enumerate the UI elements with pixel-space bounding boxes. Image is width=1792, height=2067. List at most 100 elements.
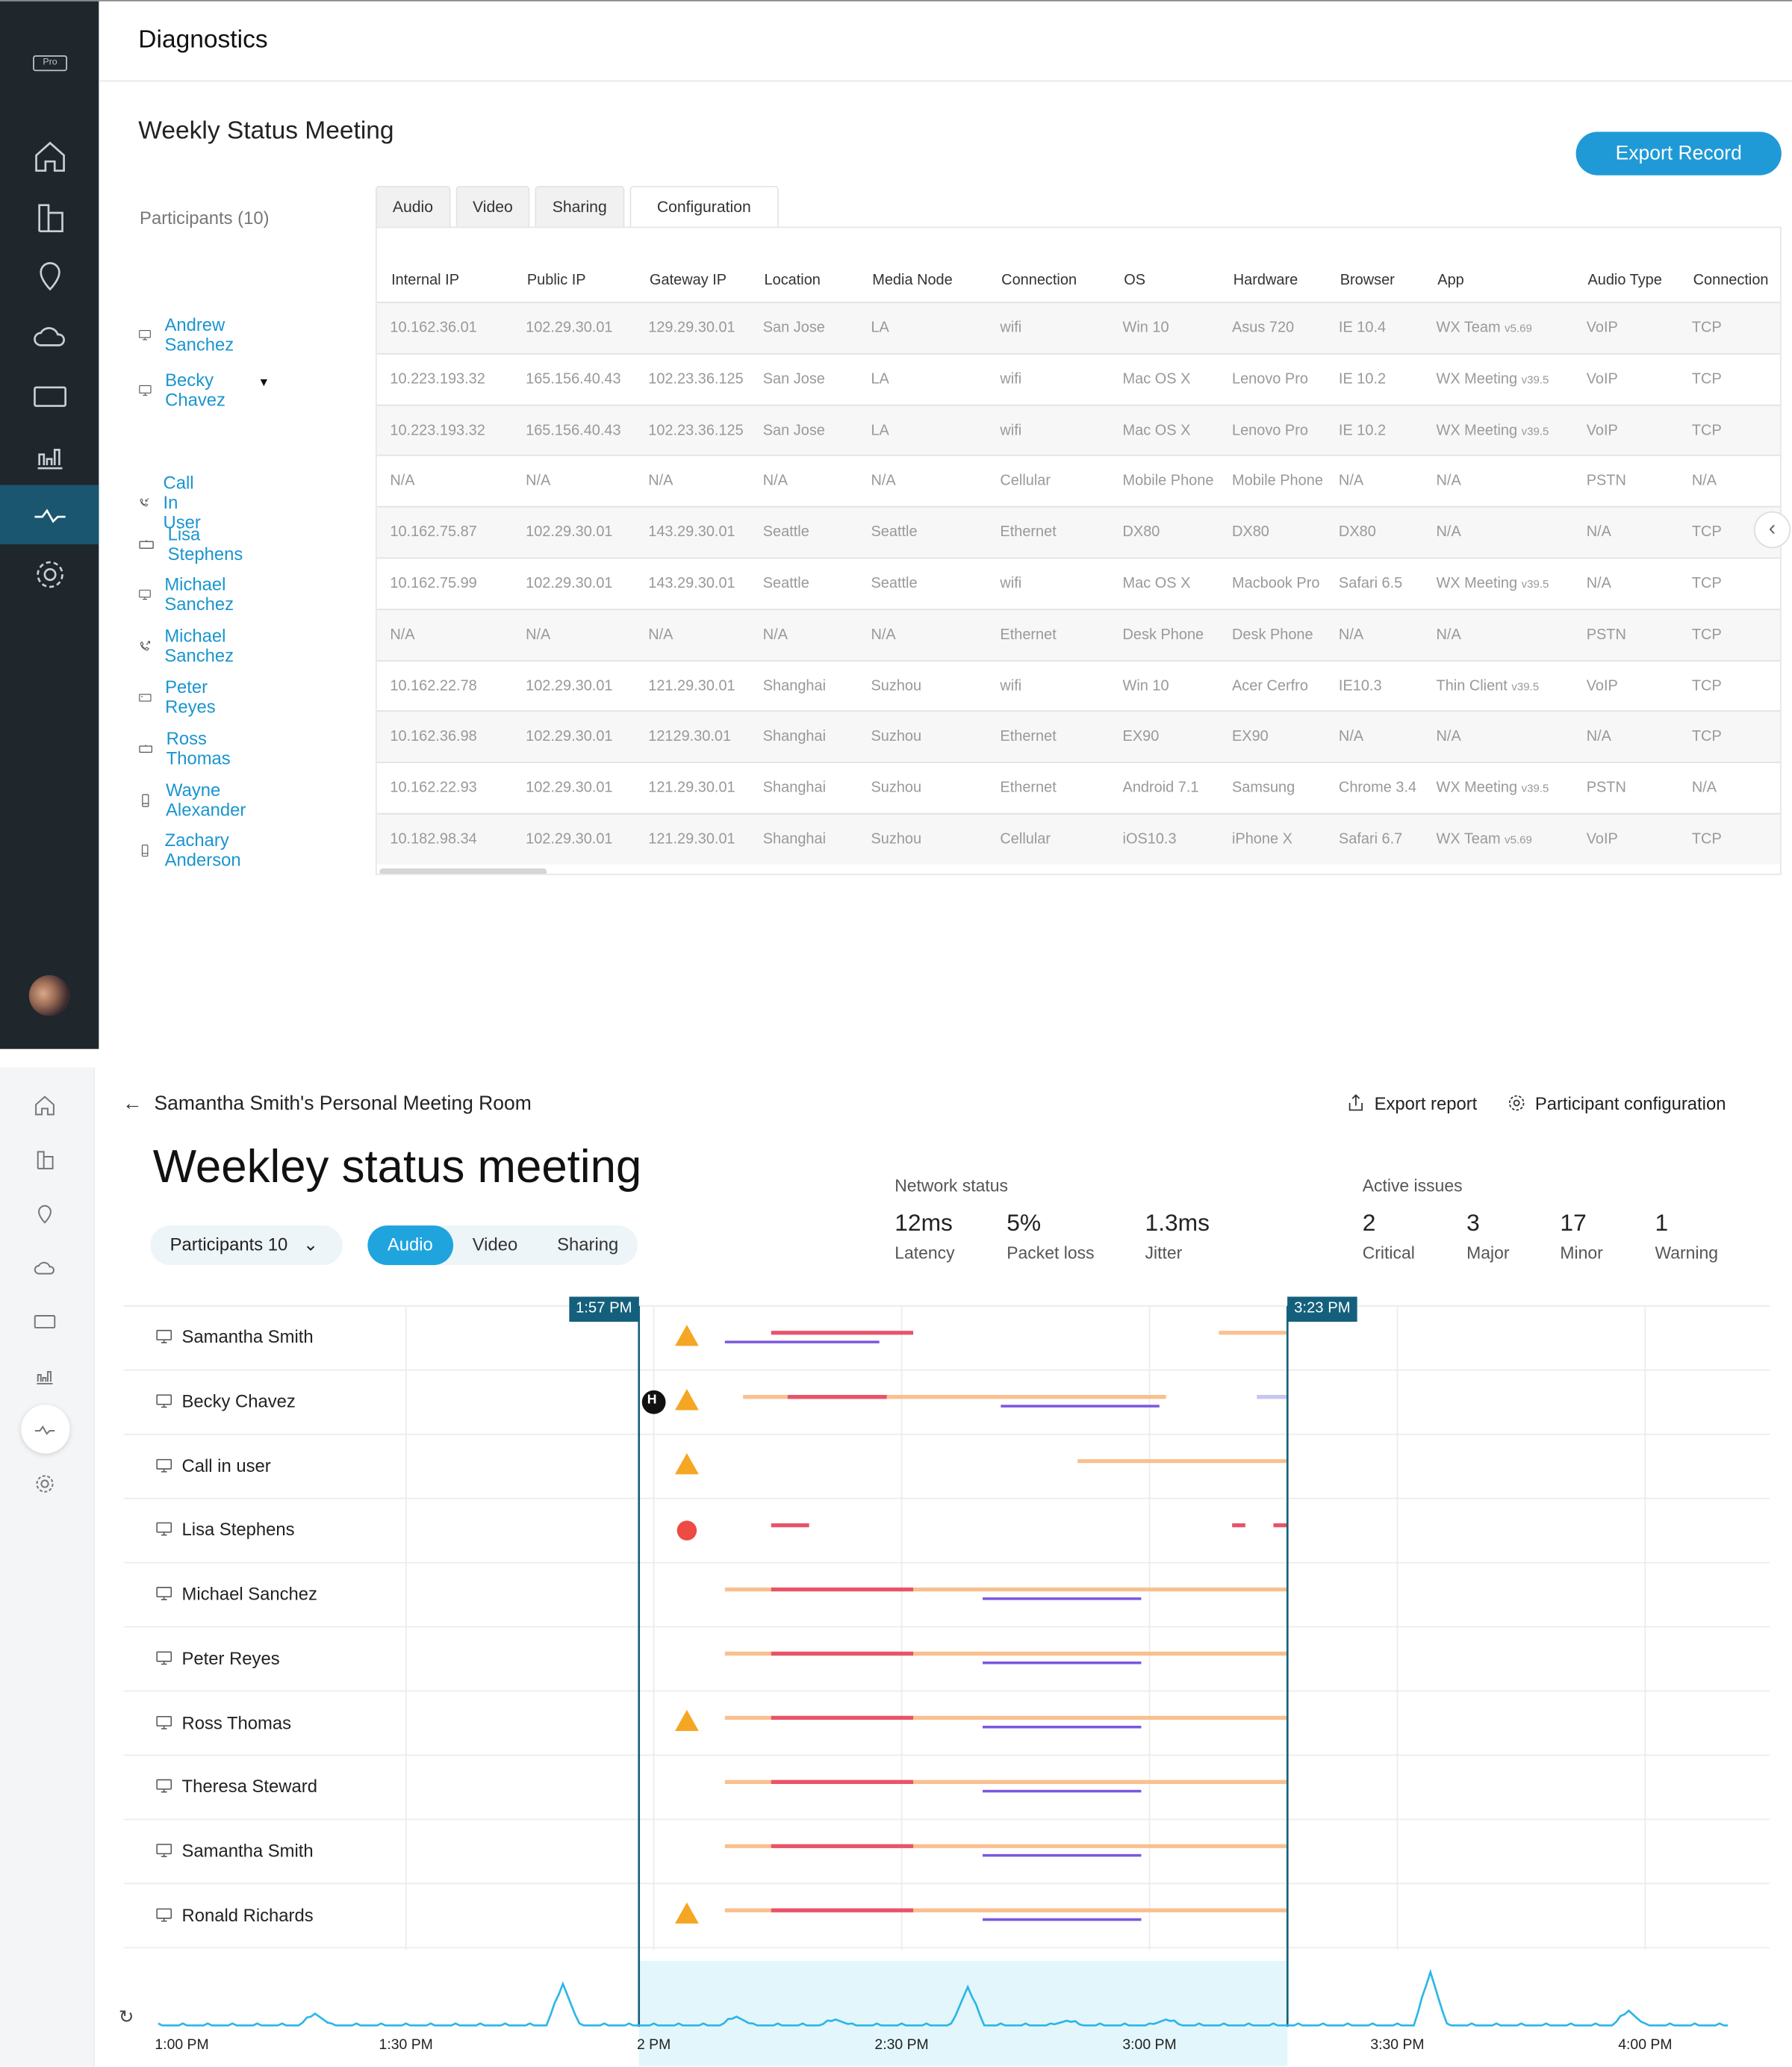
building-icon[interactable] <box>29 199 71 235</box>
participant-item[interactable]: Peter Reyes <box>138 677 224 717</box>
column-header[interactable]: Media Node <box>872 273 953 288</box>
table-cell: Samsung <box>1231 780 1295 797</box>
participant-item[interactable]: Lisa Stephens <box>138 524 249 564</box>
export-record-button[interactable]: Export Record <box>1575 131 1782 175</box>
table-row[interactable]: 10.162.75.87 102.29.30.01 143.29.30.01 Seat… <box>376 506 1781 558</box>
column-header[interactable]: Location <box>765 273 821 288</box>
x-tick-label: 3:30 PM <box>1370 2037 1425 2054</box>
table-row[interactable]: N/A N/A N/A N/A N/A Ethernet Desk Phone Desk Ph… <box>376 608 1781 660</box>
table-cell: San Jose <box>762 371 825 388</box>
analytics-icon[interactable] <box>29 438 71 474</box>
device-icon[interactable] <box>29 378 71 414</box>
x-tick-label: 4:00 PM <box>1618 2037 1673 2054</box>
timeline-participant[interactable]: Theresa Steward <box>154 1777 317 1797</box>
critical-icon <box>676 1520 697 1541</box>
app-name: WX Team <box>1436 831 1501 848</box>
table-row[interactable]: 10.162.36.01 102.29.30.01 129.29.30.01 San … <box>376 302 1781 353</box>
participant-item[interactable]: Becky Chavez ▼ <box>138 370 270 410</box>
table-cell: 102.29.30.01 <box>526 576 613 592</box>
table-cell: N/A <box>1586 729 1611 745</box>
table-cell: N/A <box>1691 473 1717 490</box>
diagnostics-icon[interactable] <box>29 497 71 533</box>
timeline-participant[interactable]: Michael Sanchez <box>154 1584 317 1604</box>
column-header[interactable]: OS <box>1124 273 1145 288</box>
table-cell: Mobile Phone <box>1122 473 1214 490</box>
timeline-participant[interactable]: Becky Chavez <box>154 1392 296 1411</box>
timeline-participant[interactable]: Samantha Smith <box>154 1328 314 1347</box>
participant-item[interactable]: Michael Sanchez <box>138 626 243 665</box>
table-cell: San Jose <box>762 320 825 336</box>
column-header[interactable]: Hardware <box>1233 273 1298 288</box>
participant-item[interactable]: Call In User <box>138 473 211 532</box>
table-cell: 10.162.36.01 <box>390 320 477 336</box>
room-icon <box>139 539 154 549</box>
tab-audio[interactable]: Audio <box>375 185 451 227</box>
table-cell: WX Team v5.69 <box>1437 320 1532 336</box>
column-header[interactable]: Connection <box>1001 273 1077 288</box>
table-cell: 10.162.22.78 <box>390 678 477 694</box>
column-header[interactable]: Internal IP <box>391 273 459 288</box>
participant-item[interactable]: Michael Sanchez <box>138 574 243 614</box>
table-row[interactable]: 10.162.22.78 102.29.30.01 121.29.30.01 Shan… <box>376 659 1781 710</box>
table-cell: 102.29.30.01 <box>526 524 613 541</box>
timeline-participant[interactable]: Lisa Stephens <box>154 1520 295 1540</box>
table-row[interactable]: 10.223.193.32 165.156.40.43 102.23.36.125 S… <box>376 352 1781 404</box>
time-marker-end[interactable]: 3:23 PM <box>1287 1296 1357 1322</box>
table-cell: Asus 720 <box>1231 320 1295 336</box>
column-header[interactable]: Connection <box>1693 273 1769 288</box>
table-cell: Seattle <box>871 576 918 592</box>
horizontal-scrollbar[interactable] <box>379 868 547 874</box>
table-cell: VoIP <box>1586 320 1618 336</box>
timeline-participant[interactable]: Ross Thomas <box>154 1712 291 1732</box>
table-cell: 102.29.30.01 <box>526 780 613 797</box>
table-cell: VoIP <box>1586 831 1618 848</box>
column-header[interactable]: Gateway IP <box>650 273 727 288</box>
participant-item[interactable]: Andrew Sanchez <box>138 315 243 355</box>
time-marker-start[interactable]: 1:57 PM <box>569 1296 639 1322</box>
table-cell: VoIP <box>1586 371 1618 388</box>
tab-configuration[interactable]: Configuration <box>629 185 779 227</box>
table-cell: Shanghai <box>762 831 827 848</box>
column-header[interactable]: App <box>1437 273 1463 288</box>
tab-sharing[interactable]: Sharing <box>535 185 624 227</box>
table-cell: 10.223.193.32 <box>390 422 485 438</box>
participant-item[interactable]: Ross Thomas <box>138 729 238 768</box>
participant-item[interactable]: Zachary Anderson <box>138 830 250 870</box>
table-row[interactable]: 10.162.75.99 102.29.30.01 143.29.30.01 Seat… <box>376 557 1781 608</box>
table-row[interactable]: 10.162.22.93 102.29.30.01 121.29.30.01 Shan… <box>376 762 1781 812</box>
user-avatar[interactable] <box>28 975 70 1016</box>
tab-video[interactable]: Video <box>455 185 530 227</box>
table-row[interactable]: 10.182.98.34 102.29.30.01 121.29.30.01 Shan… <box>376 812 1781 865</box>
timeline-participant[interactable]: Ronald Richards <box>154 1905 314 1925</box>
x-tick-label: 1:00 PM <box>155 2037 209 2054</box>
table-cell: IE 10.4 <box>1338 320 1387 336</box>
home-icon[interactable] <box>29 138 71 175</box>
timeline-participant[interactable]: Call in user <box>154 1456 271 1476</box>
table-cell: Win 10 <box>1122 320 1169 336</box>
refresh-icon[interactable]: ↻ <box>119 2006 134 2028</box>
table-cell: TCP <box>1691 371 1722 388</box>
table-cell: wifi <box>1000 371 1022 388</box>
participant-name: Ronald Richards <box>181 1905 314 1925</box>
table-row[interactable]: 10.223.193.32 165.156.40.43 102.23.36.125 S… <box>376 404 1781 456</box>
timeline-participant[interactable]: Peter Reyes <box>154 1648 280 1668</box>
caret-down-icon[interactable]: ▼ <box>258 376 270 389</box>
participant-item[interactable]: Wayne Alexander <box>138 780 254 820</box>
cloud-icon[interactable] <box>29 317 71 354</box>
settings-icon[interactable] <box>29 556 71 593</box>
table-cell: N/A <box>762 627 788 643</box>
table-row[interactable]: N/A N/A N/A N/A N/A Cellular Mobile Phone Mobil… <box>376 455 1781 506</box>
table-cell: N/A <box>526 473 551 490</box>
table-row[interactable]: 10.162.36.98 102.29.30.01 12129.30.01 Shang… <box>376 710 1781 762</box>
table-cell: 121.29.30.01 <box>648 678 735 694</box>
table-cell: 10.162.36.98 <box>390 729 477 745</box>
column-header[interactable]: Public IP <box>527 273 586 288</box>
column-header[interactable]: Browser <box>1340 273 1395 288</box>
participant-name: Michael Sanchez <box>164 574 234 615</box>
table-cell: 102.29.30.01 <box>526 729 613 745</box>
location-icon[interactable] <box>29 257 71 293</box>
collapse-chevron-left-icon[interactable]: ‹ <box>1753 511 1791 549</box>
table-cell: Suzhou <box>871 729 922 745</box>
timeline-participant[interactable]: Samantha Smith <box>154 1841 314 1861</box>
column-header[interactable]: Audio Type <box>1587 273 1661 288</box>
